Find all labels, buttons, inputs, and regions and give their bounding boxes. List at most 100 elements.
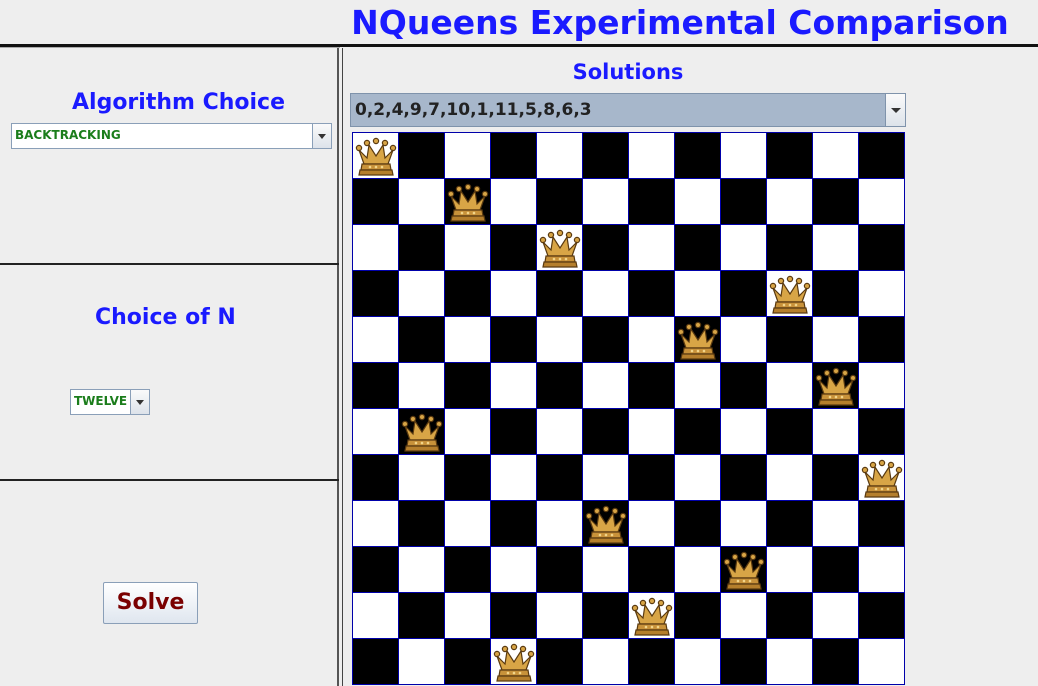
board-square [721, 363, 767, 409]
left-control-column: Algorithm Choice BACKTRACKING Choice of … [0, 48, 339, 686]
board-square [859, 133, 905, 179]
board-square [767, 409, 813, 455]
board-square [675, 455, 721, 501]
board-square [675, 271, 721, 317]
board-square [399, 179, 445, 225]
board-square [537, 593, 583, 639]
board-square [859, 547, 905, 593]
board-square [767, 179, 813, 225]
board-square [399, 133, 445, 179]
board-square [537, 317, 583, 363]
board-square [491, 547, 537, 593]
queen-icon [585, 505, 627, 544]
board-square [353, 593, 399, 639]
board-square [491, 271, 537, 317]
board-square [491, 455, 537, 501]
board-square [583, 455, 629, 501]
board-square [721, 271, 767, 317]
board-square [675, 639, 721, 685]
queen-icon [493, 643, 535, 682]
board-square [583, 547, 629, 593]
board-square [491, 593, 537, 639]
board-square [675, 409, 721, 455]
board-square [491, 225, 537, 271]
queen-icon [769, 275, 811, 314]
board-square [353, 133, 399, 179]
board-square [629, 271, 675, 317]
n-select[interactable]: TWELVE [70, 389, 150, 415]
board-square [583, 501, 629, 547]
board-square [583, 133, 629, 179]
board-square [537, 501, 583, 547]
board-square [353, 501, 399, 547]
board-square [399, 317, 445, 363]
board-square [583, 225, 629, 271]
board-square [491, 133, 537, 179]
board-square [721, 133, 767, 179]
board-square [675, 133, 721, 179]
board-square [537, 225, 583, 271]
board-square [583, 317, 629, 363]
board-square [721, 225, 767, 271]
chess-board [352, 132, 905, 685]
board-square [399, 225, 445, 271]
board-square [537, 547, 583, 593]
board-square [721, 317, 767, 363]
board-square [445, 639, 491, 685]
board-square [629, 639, 675, 685]
board-square [537, 363, 583, 409]
board-square [675, 225, 721, 271]
n-select-value: TWELVE [74, 394, 128, 408]
board-square [721, 455, 767, 501]
board-square [445, 179, 491, 225]
board-square [767, 363, 813, 409]
board-square [445, 317, 491, 363]
board-square [767, 317, 813, 363]
board-square [859, 593, 905, 639]
board-square [399, 455, 445, 501]
board-square [675, 317, 721, 363]
board-square [353, 363, 399, 409]
board-square [583, 593, 629, 639]
board-square [353, 455, 399, 501]
chevron-down-icon[interactable] [130, 390, 149, 414]
algorithm-panel: Algorithm Choice BACKTRACKING [0, 48, 339, 265]
board-square [491, 179, 537, 225]
solve-button[interactable]: Solve [103, 582, 198, 624]
chevron-down-icon[interactable] [312, 124, 331, 148]
app-window: NQueens Experimental Comparison Algorith… [0, 0, 1038, 686]
board-square [399, 639, 445, 685]
board-square [767, 501, 813, 547]
board-square [629, 409, 675, 455]
algorithm-select[interactable]: BACKTRACKING [11, 123, 332, 149]
queen-icon [539, 229, 581, 268]
solve-panel: Solve [0, 481, 339, 686]
solutions-select[interactable]: 0,2,4,9,7,10,1,11,5,8,6,3 [350, 93, 906, 127]
board-square [353, 317, 399, 363]
queen-icon [677, 321, 719, 360]
board-square [767, 639, 813, 685]
board-square [583, 179, 629, 225]
solutions-label: Solutions [572, 60, 684, 84]
board-square [537, 455, 583, 501]
board-square [491, 363, 537, 409]
board-square [675, 501, 721, 547]
board-square [859, 639, 905, 685]
board-square [721, 639, 767, 685]
board-square [721, 409, 767, 455]
board-square [353, 547, 399, 593]
board-square [767, 593, 813, 639]
board-square [859, 179, 905, 225]
board-square [721, 593, 767, 639]
board-square [491, 409, 537, 455]
chevron-down-icon[interactable] [885, 94, 905, 126]
board-square [629, 133, 675, 179]
board-square [629, 547, 675, 593]
board-square [813, 501, 859, 547]
board-square [445, 133, 491, 179]
board-square [675, 363, 721, 409]
board-square [353, 179, 399, 225]
board-square [813, 133, 859, 179]
board-square [399, 547, 445, 593]
queen-icon [861, 459, 903, 498]
